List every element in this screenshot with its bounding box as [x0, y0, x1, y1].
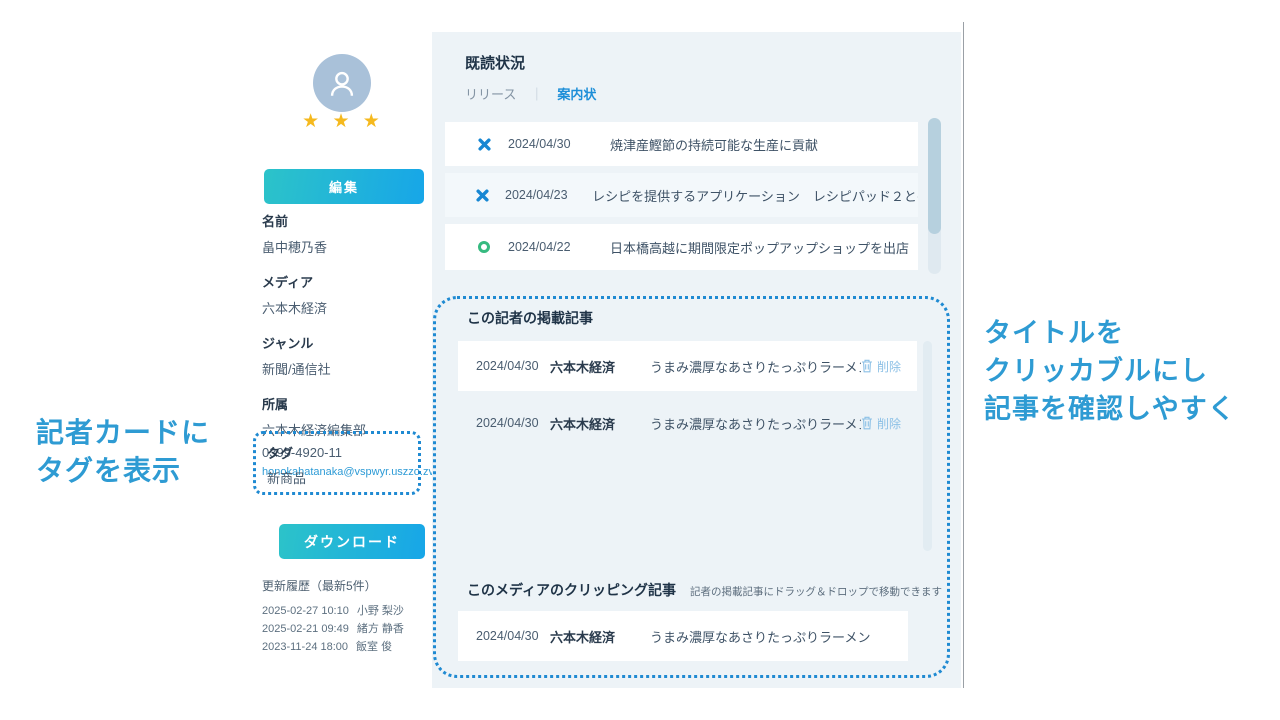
history-datetime: 2025-02-21 09:49: [262, 623, 349, 635]
read-status-row[interactable]: 2024/04/23 レシピを提供するアプリケーション レシピパッド２との資本業…: [445, 173, 918, 217]
history-entry: 2025-02-21 09:49 緒方 静香: [262, 620, 452, 638]
article-title[interactable]: うまみ濃厚なあさりたっぷりラーメン: [650, 414, 861, 433]
update-history-title: 更新履歴（最新5件）: [262, 577, 452, 594]
scrollbar-thumb[interactable]: [928, 118, 941, 234]
article-media: 六本木経済: [550, 414, 650, 433]
delete-label: 削除: [877, 358, 901, 375]
trash-icon: [861, 416, 873, 430]
scrollbar-track[interactable]: [923, 341, 932, 551]
journalist-articles-title: この記者の掲載記事: [467, 308, 593, 328]
article-date: 2024/04/30: [476, 416, 550, 430]
release-date: 2024/04/23: [505, 188, 568, 202]
clipping-title[interactable]: うまみ濃厚なあさりたっぷりラーメン: [650, 627, 908, 646]
right-callout-line: 記事を確認しやすく: [984, 390, 1236, 428]
delete-button[interactable]: 削除: [861, 415, 901, 432]
release-date: 2024/04/30: [508, 137, 586, 151]
history-user: 小野 梨沙: [357, 605, 404, 617]
clippings-title: このメディアのクリッピング記事: [467, 580, 676, 600]
history-datetime: 2023-11-24 18:00: [262, 641, 348, 653]
name-value: 畠中穂乃香: [262, 237, 434, 256]
tag-highlight-box: タグ 新商品: [253, 431, 421, 495]
left-callout: 記者カードに タグを表示: [36, 414, 210, 490]
avatar: [313, 54, 371, 112]
history-user: 緒方 静香: [357, 623, 404, 635]
history-entry: 2025-02-27 10:10 小野 梨沙: [262, 602, 452, 620]
tab-invitation[interactable]: 案内状: [557, 84, 596, 103]
left-callout-line: 記者カードに: [36, 414, 210, 452]
right-callout-line: タイトルを: [984, 314, 1236, 352]
right-callout-line: クリッカブルにし: [984, 352, 1236, 390]
tag-value: 新商品: [267, 468, 418, 487]
tab-release[interactable]: リリース: [465, 84, 516, 103]
edit-button[interactable]: 編集: [264, 169, 424, 204]
tag-label: タグ: [267, 443, 418, 462]
article-media: 六本木経済: [550, 357, 650, 376]
left-callout-line: タグを表示: [36, 452, 210, 490]
delete-label: 削除: [877, 415, 901, 432]
update-history: 更新履歴（最新5件） 2025-02-27 10:10 小野 梨沙 2025-02…: [262, 577, 452, 656]
release-title[interactable]: 日本橋高越に期間限定ポップアップショップを出店: [610, 238, 909, 257]
article-title[interactable]: うまみ濃厚なあさりたっぷりラーメン: [650, 357, 861, 376]
history-datetime: 2025-02-27 10:10: [262, 605, 349, 617]
right-callout: タイトルを クリッカブルにし 記事を確認しやすく: [984, 314, 1236, 428]
clippings-hint: 記者の掲載記事にドラッグ＆ドロップで移動できます: [690, 584, 942, 599]
release-title[interactable]: レシピを提供するアプリケーション レシピパッド２との資本業務…: [592, 186, 918, 205]
release-title[interactable]: 焼津産鰹節の持続可能な生産に貢献: [610, 135, 818, 154]
genre-value: 新聞/通信社: [262, 359, 434, 378]
clipping-date: 2024/04/30: [476, 629, 550, 643]
read-status-title: 既読状況: [465, 52, 525, 73]
name-label: 名前: [262, 211, 434, 230]
person-icon: [325, 66, 359, 100]
history-entry: 2023-11-24 18:00 飯室 俊: [262, 638, 452, 656]
trash-icon: [861, 359, 873, 373]
screenshot-edge-divider: [963, 22, 964, 688]
scrollbar-track[interactable]: [928, 118, 941, 274]
read-status-row[interactable]: 2024/04/30 焼津産鰹節の持続可能な生産に貢献: [445, 122, 918, 166]
delete-button[interactable]: 削除: [861, 358, 901, 375]
affiliation-label: 所属: [262, 394, 434, 413]
unread-x-icon: [476, 189, 489, 202]
clipping-media: 六本木経済: [550, 627, 650, 646]
read-circle-icon: [476, 241, 492, 253]
rating-stars: ★ ★ ★: [255, 110, 431, 133]
article-row[interactable]: 2024/04/30 六本木経済 うまみ濃厚なあさりたっぷりラーメン 削除: [458, 398, 917, 448]
article-date: 2024/04/30: [476, 359, 550, 373]
read-status-tabs: リリース ｜ 案内状: [465, 84, 596, 103]
release-date: 2024/04/22: [508, 240, 586, 254]
clipping-row[interactable]: 2024/04/30 六本木経済 うまみ濃厚なあさりたっぷりラーメン: [458, 611, 908, 661]
clippings-header: このメディアのクリッピング記事 記者の掲載記事にドラッグ＆ドロップで移動できます: [467, 580, 942, 600]
read-status-row[interactable]: 2024/04/22 日本橋高越に期間限定ポップアップショップを出店: [445, 224, 918, 270]
tab-separator: ｜: [530, 84, 543, 103]
media-label: メディア: [262, 272, 434, 291]
article-row[interactable]: 2024/04/30 六本木経済 うまみ濃厚なあさりたっぷりラーメン 削除: [458, 341, 917, 391]
genre-label: ジャンル: [262, 333, 434, 352]
media-value: 六本木経済: [262, 298, 434, 317]
download-button[interactable]: ダウンロード: [279, 524, 425, 559]
articles-highlight-box: この記者の掲載記事 2024/04/30 六本木経済 うまみ濃厚なあさりたっぷり…: [433, 296, 950, 678]
history-user: 飯室 俊: [356, 641, 392, 653]
unread-x-icon: [476, 138, 492, 151]
